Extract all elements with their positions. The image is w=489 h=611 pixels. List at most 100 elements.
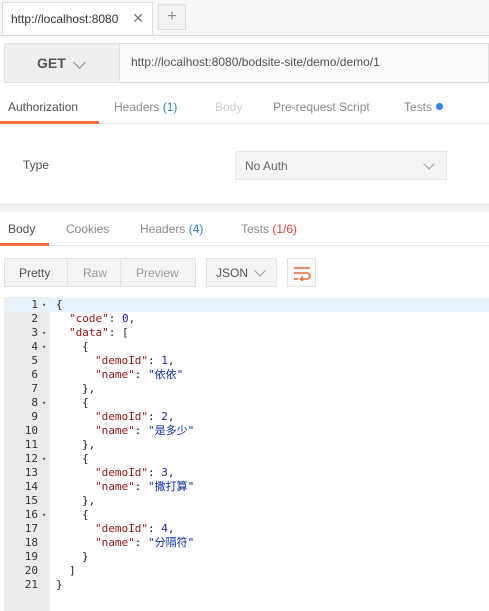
url-bar: GET http://localhost:8080/bodsite-site/d… — [4, 43, 489, 83]
code-text: { — [82, 340, 89, 353]
tab-bar: http://localhost:8080 ✕ + — [0, 0, 489, 36]
add-tab-button[interactable]: + — [158, 4, 186, 30]
code-text: "name": "分隔符" — [95, 536, 195, 549]
section-divider — [0, 204, 489, 212]
code-text: { — [82, 396, 89, 409]
tab-response-headers[interactable]: Headers (4) — [140, 222, 203, 236]
tab-response-headers-label: Headers — [140, 222, 186, 236]
code-text: { — [82, 508, 89, 521]
line-number: 12 — [24, 452, 38, 465]
chevron-down-icon — [254, 265, 266, 277]
tests-count: (1/6) — [272, 222, 298, 236]
fold-arrow-icon[interactable]: ▾ — [42, 452, 46, 466]
headers-count: (1) — [162, 100, 178, 114]
tab-prerequest-script[interactable]: Pre-request Script — [273, 100, 370, 114]
code-text: "name": "依依" — [95, 368, 184, 381]
line-number: 15 — [24, 494, 38, 507]
tab-tests[interactable]: Tests — [404, 100, 444, 114]
response-tabs: Body Cookies Headers (4) Tests (1/6) — [0, 212, 489, 246]
code-line: 1 ▾ { — [4, 298, 489, 312]
line-number: 13 — [24, 466, 38, 479]
line-number: 18 — [24, 536, 38, 549]
auth-type-value: No Auth — [245, 158, 288, 173]
code-text: "demoId": 4, — [95, 522, 175, 535]
request-tab-title: http://localhost:8080 — [11, 11, 119, 26]
code-line: 16 ▾ { — [4, 508, 489, 522]
code-line: 12 ▾ { — [4, 452, 489, 466]
line-number: 20 — [24, 564, 38, 577]
tab-response-tests[interactable]: Tests (1/6) — [241, 222, 297, 236]
code-line: 6 "name": "依依" — [4, 368, 489, 382]
language-select[interactable]: JSON — [206, 258, 277, 287]
code-line: 18 "name": "分隔符" — [4, 536, 489, 550]
code-text: "name": "是多少" — [95, 424, 195, 437]
line-number: 17 — [24, 522, 38, 535]
code-line: 5 "demoId": 1, — [4, 354, 489, 368]
fold-arrow-icon[interactable]: ▾ — [42, 396, 46, 410]
request-tab[interactable]: http://localhost:8080 ✕ — [2, 2, 153, 34]
code-line: 2 "code": 0, — [4, 312, 489, 326]
tab-response-body[interactable]: Body — [8, 222, 35, 236]
code-line: 19} — [4, 550, 489, 564]
raw-button[interactable]: Raw — [83, 266, 107, 280]
tab-cookies[interactable]: Cookies — [66, 222, 109, 236]
code-text: "name": "撒打算" — [95, 480, 195, 493]
code-text: ] — [69, 564, 76, 577]
code-text: "data": [ — [69, 326, 129, 339]
code-line: 20] — [4, 564, 489, 578]
code-line: 10 "name": "是多少" — [4, 424, 489, 438]
line-number: 6 — [31, 368, 38, 381]
auth-type-select[interactable]: No Auth — [235, 151, 447, 180]
format-separator — [67, 259, 68, 286]
tab-headers-label: Headers — [114, 100, 160, 114]
code-text: "demoId": 3, — [95, 466, 175, 479]
line-number: 9 — [31, 410, 38, 423]
line-number: 10 — [24, 424, 38, 437]
code-text: "code": 0, — [69, 312, 136, 325]
line-number: 4 — [31, 340, 38, 353]
code-text: "demoId": 2, — [95, 410, 175, 423]
code-text: } — [56, 578, 63, 591]
code-line: 4 ▾ { — [4, 340, 489, 354]
code-line: 17 "demoId": 4, — [4, 522, 489, 536]
language-value: JSON — [216, 265, 249, 280]
code-text: } — [82, 550, 89, 563]
code-text: }, — [82, 438, 96, 451]
status-dot-icon — [436, 103, 444, 110]
line-number: 16 — [24, 508, 38, 521]
code-line: 8 ▾ { — [4, 396, 489, 410]
active-tab-indicator — [0, 121, 99, 124]
line-number: 21 — [24, 578, 38, 591]
code-text: }, — [82, 382, 96, 395]
line-number: 11 — [24, 438, 38, 451]
tab-body[interactable]: Body — [215, 100, 242, 114]
code-text: "demoId": 1, — [95, 354, 175, 367]
fold-arrow-icon[interactable]: ▾ — [42, 340, 46, 354]
close-icon[interactable]: ✕ — [132, 11, 144, 25]
format-toggle-group: Pretty Raw Preview — [4, 258, 196, 287]
code-text: { — [56, 298, 63, 311]
tab-tests-label: Tests — [404, 100, 433, 114]
fold-arrow-icon[interactable]: ▾ — [42, 326, 46, 340]
preview-button[interactable]: Preview — [136, 266, 179, 280]
code-line: 14 "name": "撒打算" — [4, 480, 489, 494]
method-label: GET — [37, 55, 66, 71]
url-input[interactable]: http://localhost:8080/bodsite-site/demo/… — [131, 55, 380, 69]
code-line: 13 "demoId": 3, — [4, 466, 489, 480]
request-tabs: Authorization Headers (1) Body Pre-reque… — [0, 91, 489, 124]
pretty-button[interactable]: Pretty — [19, 266, 50, 280]
fold-arrow-icon[interactable]: ▾ — [42, 298, 46, 312]
auth-type-label: Type — [23, 158, 50, 172]
wrap-lines-icon — [293, 266, 311, 281]
fold-arrow-icon[interactable]: ▾ — [42, 508, 46, 522]
code-line: 15}, — [4, 494, 489, 508]
line-number: 3 — [31, 326, 38, 339]
line-number: 19 — [24, 550, 38, 563]
method-select[interactable]: GET — [5, 44, 120, 82]
wrap-lines-button[interactable] — [287, 258, 316, 287]
line-number: 5 — [31, 354, 38, 367]
code-text: }, — [82, 494, 96, 507]
response-body-editor[interactable]: 1 ▾ {2 "code": 0, 3 ▾ "data": [4 ▾ {5 "demoId": 1… — [4, 297, 489, 611]
tab-authorization[interactable]: Authorization — [8, 100, 78, 114]
tab-headers[interactable]: Headers (1) — [114, 100, 177, 114]
